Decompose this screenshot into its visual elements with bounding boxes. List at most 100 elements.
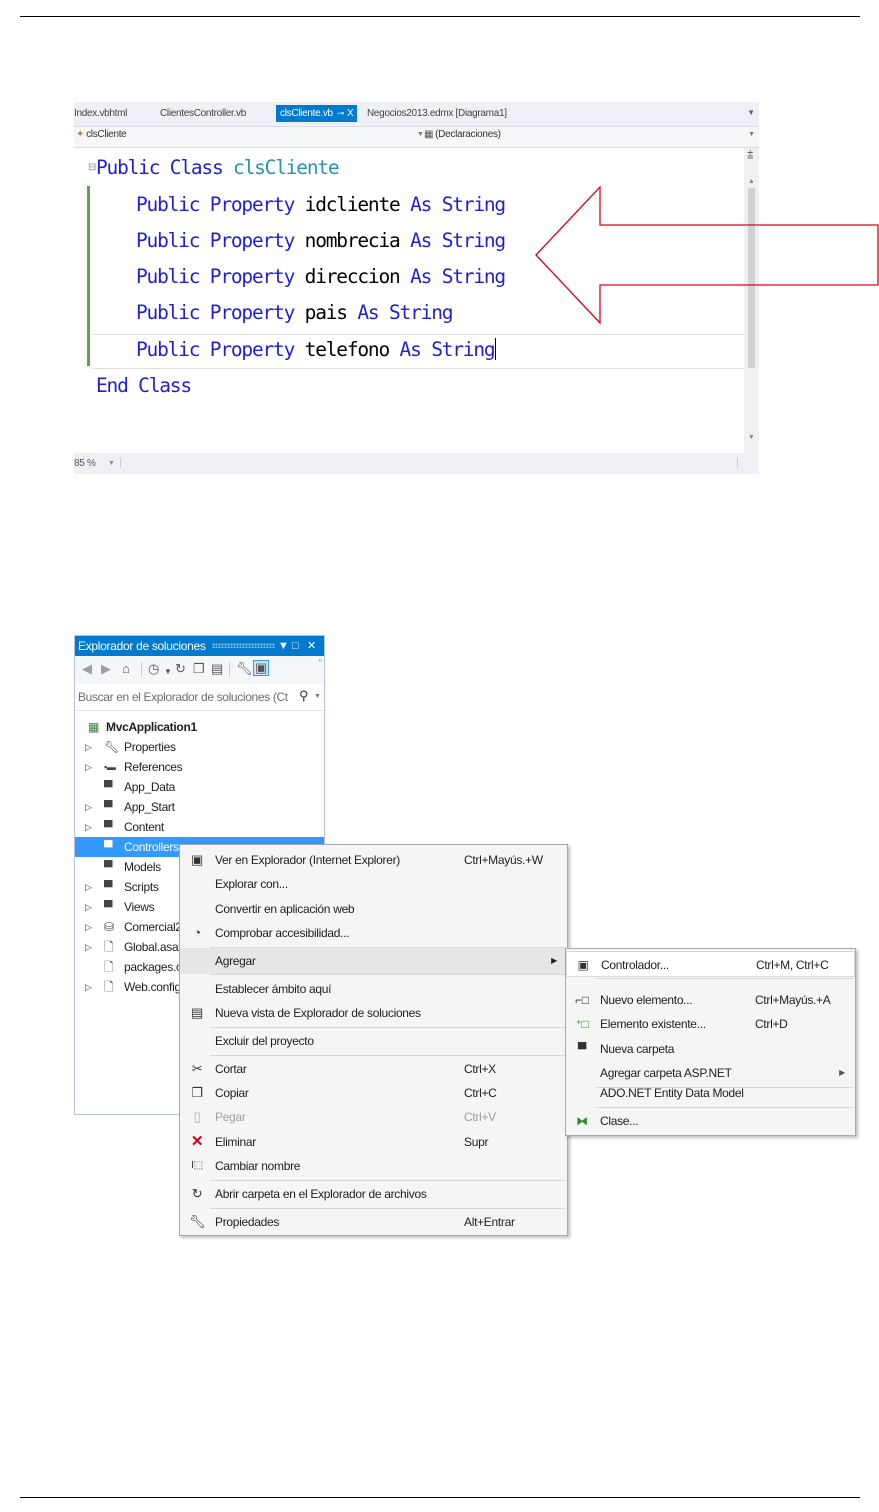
wrench-icon: 🔧︎ xyxy=(104,740,119,754)
scroll-down-icon[interactable]: ▼ xyxy=(748,434,755,441)
class-icon: ⧓ xyxy=(576,1114,588,1128)
toolbar-overflow-icon[interactable]: '' xyxy=(319,658,322,668)
chevron-down-icon[interactable]: ▼ xyxy=(748,131,755,138)
navigation-bar: ✦ clsCliente ▼ ▦ (Declaraciones) ▼ xyxy=(74,126,759,148)
expand-icon[interactable]: ▷ xyxy=(85,797,92,817)
tree-item-app-start[interactable]: ▷ ▀ App_Start xyxy=(75,797,324,817)
menu-item-convertir-aplicacion[interactable]: Convertir en aplicación web xyxy=(180,896,567,922)
tree-item-references[interactable]: ▷ ▪▬ References xyxy=(75,757,324,777)
existing-item-icon: ⁺□ xyxy=(575,1017,589,1031)
expand-icon[interactable]: ▷ xyxy=(85,977,92,997)
search-box[interactable]: Buscar en el Explorador de soluciones (C… xyxy=(75,684,324,711)
folder-icon: ▀ xyxy=(104,800,113,814)
wrench-icon: 🔧︎ xyxy=(189,1214,206,1229)
code-line-property: Public Property idcliente As String xyxy=(136,193,506,216)
class-icon: ✦ xyxy=(76,129,85,140)
controller-icon: ▣ xyxy=(577,958,589,972)
preview-icon[interactable]: ▣ xyxy=(253,660,270,676)
search-icon[interactable]: ⚲ xyxy=(299,688,309,704)
zoom-level[interactable]: 85 % xyxy=(74,458,96,469)
chevron-down-icon[interactable]: ▼ xyxy=(314,693,321,700)
accessibility-icon: ◔ xyxy=(193,925,201,940)
forward-icon[interactable]: ▶ xyxy=(101,662,111,676)
chevron-down-icon[interactable]: ▼ xyxy=(108,460,115,467)
menu-item-copiar[interactable]: ❐ Copiar Ctrl+C xyxy=(180,1080,567,1106)
wrench-icon[interactable]: 🔧︎ xyxy=(236,662,253,676)
menu-item-pegar: ▯ Pegar Ctrl+V xyxy=(180,1104,567,1130)
pin-icon[interactable]: ⊸ xyxy=(337,108,345,118)
tree-item-content[interactable]: ▷ ▀ Content xyxy=(75,817,324,837)
horizontal-scrollbar[interactable] xyxy=(120,458,121,468)
editor-status-bar: 85 % ▼ xyxy=(74,453,759,474)
tree-item-properties[interactable]: ▷ 🔧︎ Properties xyxy=(75,737,324,757)
tab-cls-cliente[interactable]: clsCliente.vb ⊸ X xyxy=(276,105,358,122)
panel-toolbar: ◀ ▶ ⌂ ◷ ▼ ↻ ❐ ▤ 🔧︎ ▣ '' xyxy=(75,656,324,684)
browser-icon: ▣ xyxy=(191,852,203,867)
folder-icon: ▀ xyxy=(104,820,113,834)
search-input[interactable]: Buscar en el Explorador de soluciones (C… xyxy=(78,690,288,704)
tab-dropdown-icon[interactable]: ▼ xyxy=(747,108,755,117)
scroll-up-icon[interactable]: ▲ xyxy=(748,178,755,185)
type-dropdown[interactable]: ✦ clsCliente xyxy=(76,129,127,140)
expand-icon[interactable]: ▷ xyxy=(85,897,92,917)
split-handle-icon[interactable]: ⩲ xyxy=(747,150,753,161)
drag-grip[interactable] xyxy=(212,643,275,648)
home-icon[interactable]: ⌂ xyxy=(122,662,130,676)
sync-icon[interactable]: ↻ xyxy=(175,662,186,676)
menu-item-agregar[interactable]: Agregar ▶ xyxy=(180,948,567,974)
tab-clientes-controller[interactable]: ClientesController.vb xyxy=(160,105,246,122)
references-icon: ▪▬ xyxy=(104,762,116,772)
file-icon: 🗋︎ xyxy=(104,940,114,954)
menu-item-eliminar[interactable]: ✕ Eliminar Supr xyxy=(180,1129,567,1155)
delete-icon: ✕ xyxy=(190,1133,204,1150)
menu-item-explorar-con[interactable]: Explorar con... xyxy=(180,871,567,897)
folder-icon: ▀ xyxy=(104,900,113,914)
toolbar-separator xyxy=(229,662,230,677)
tab-index-vbhtml[interactable]: Index.vbhtml xyxy=(74,105,127,122)
menu-item-ver-en-explorador[interactable]: ▣ Ver en Explorador (Internet Explorer) Ct… xyxy=(180,847,567,873)
document-tab-bar: Index.vbhtml ClientesController.vb clsCl… xyxy=(74,102,759,124)
pending-changes-icon[interactable]: ◷ xyxy=(148,662,159,676)
submenu-item-controlador[interactable]: ▣ Controlador... Ctrl+M, Ctrl+C xyxy=(566,951,855,977)
tab-negocios-edmx[interactable]: Negocios2013.edmx [Diagrama1] xyxy=(367,105,507,122)
expand-icon[interactable]: ▷ xyxy=(85,937,92,957)
submenu-item-nuevo-elemento[interactable]: ⌐□ Nuevo elemento... Ctrl+Mayús.+A xyxy=(566,987,855,1013)
menu-item-excluir[interactable]: Excluir del proyecto xyxy=(180,1028,567,1054)
panel-menu-icon[interactable]: ▼ xyxy=(278,636,289,656)
submenu-item-clase[interactable]: ⧓ Clase... xyxy=(566,1108,855,1134)
menu-item-cortar[interactable]: ✂ Cortar Ctrl+X xyxy=(180,1056,567,1082)
submenu-item-ado-net[interactable]: ADO.NET Entity Data Model xyxy=(566,1080,855,1106)
submenu-item-nueva-carpeta[interactable]: ▀ Nueva carpeta xyxy=(566,1036,855,1062)
menu-item-propiedades[interactable]: 🔧︎ Propiedades Alt+Entrar xyxy=(180,1209,567,1235)
menu-item-abrir-carpeta[interactable]: ↻ Abrir carpeta en el Explorador de archi… xyxy=(180,1181,567,1207)
menu-separator xyxy=(596,978,853,979)
expand-icon[interactable]: ▷ xyxy=(85,877,92,897)
code-line-property: Public Property direccion As String xyxy=(136,265,506,288)
members-dropdown[interactable]: ▦ (Declaraciones) xyxy=(424,129,501,140)
annotation-arrow-icon xyxy=(535,185,879,325)
menu-item-cambiar-nombre[interactable]: I⬚ Cambiar nombre xyxy=(180,1153,567,1179)
collapse-all-icon[interactable]: ❐ xyxy=(193,662,205,676)
submenu-item-elemento-existente[interactable]: ⁺□ Elemento existente... Ctrl+D xyxy=(566,1011,855,1037)
show-all-files-icon[interactable]: ▤ xyxy=(211,662,223,676)
maximize-icon[interactable]: □ xyxy=(292,636,299,656)
tree-project[interactable]: ▦ MvcApplication1 xyxy=(75,717,324,737)
back-icon[interactable]: ◀ xyxy=(82,662,92,676)
agregar-submenu: ▣ Controlador... Ctrl+M, Ctrl+C ⌐□ Nuevo el… xyxy=(565,948,856,1136)
menu-item-nueva-vista[interactable]: ▤ Nueva vista de Explorador de soluciones xyxy=(180,1000,567,1026)
close-tab-icon[interactable]: X xyxy=(347,108,354,119)
database-icon: ⛁ xyxy=(104,920,114,934)
tree-item-app-data[interactable]: ▀ App_Data xyxy=(75,777,324,797)
expand-icon[interactable]: ▷ xyxy=(85,917,92,937)
context-menu: ▣ Ver en Explorador (Internet Explorer) Ct… xyxy=(179,844,568,1236)
close-icon[interactable]: ✕ xyxy=(307,636,316,656)
folder-icon: ▀ xyxy=(104,780,113,794)
menu-item-comprobar-accesibilidad[interactable]: ◔ Comprobar accesibilidad... xyxy=(180,920,567,946)
expand-icon[interactable]: ▷ xyxy=(85,817,92,837)
expand-icon[interactable]: ▷ xyxy=(85,737,92,757)
expand-icon[interactable]: ▷ xyxy=(85,757,92,777)
file-icon: 🗋︎ xyxy=(104,980,114,994)
chevron-down-icon[interactable]: ▼ xyxy=(164,665,172,679)
chevron-down-icon[interactable]: ▼ xyxy=(417,131,424,138)
menu-item-establecer-ambito[interactable]: Establecer ámbito aquí xyxy=(180,976,567,1002)
